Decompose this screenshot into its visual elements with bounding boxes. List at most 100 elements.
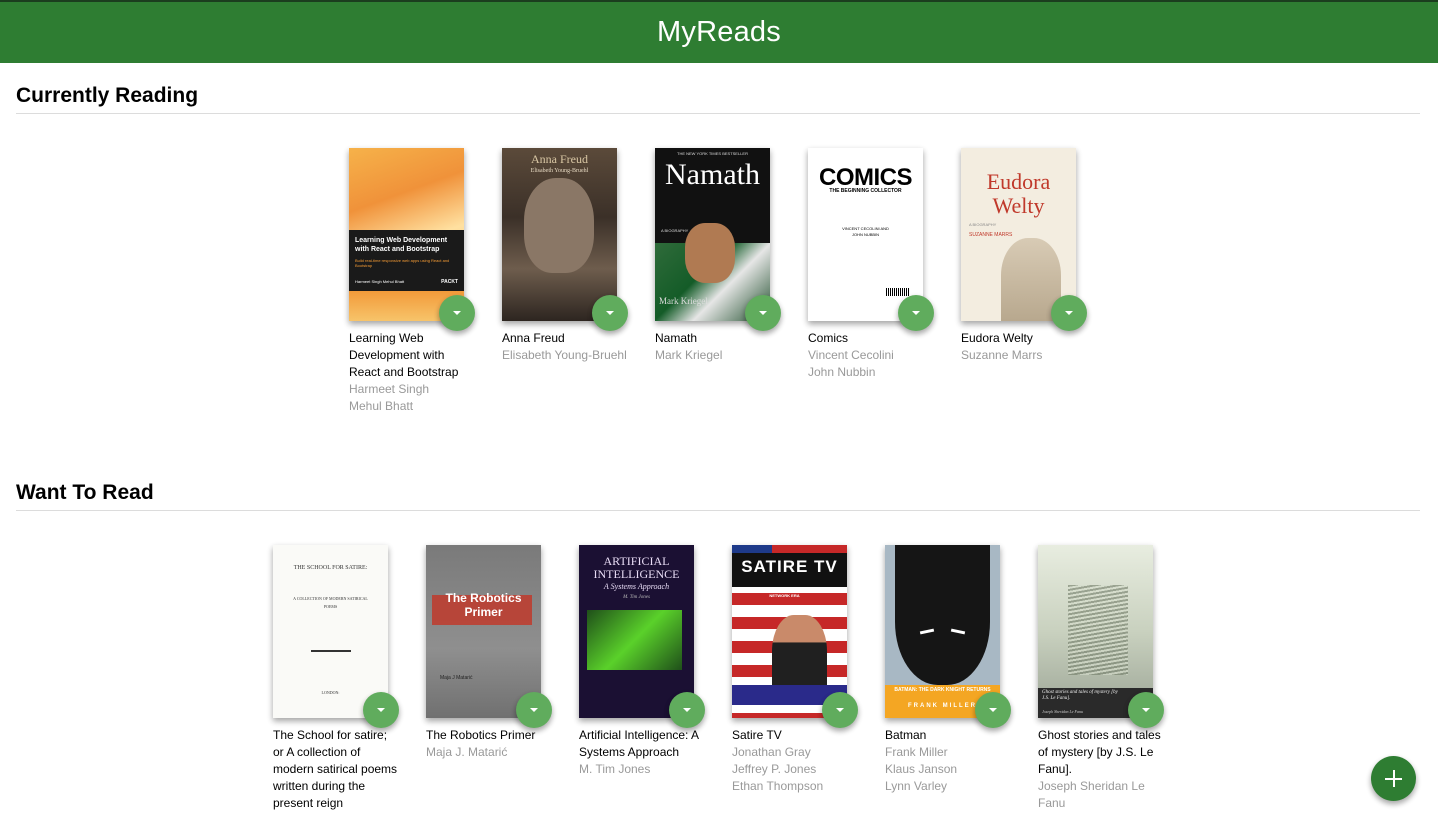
cover-title: Namath [665,158,760,191]
book-author: Elisabeth Young-Bruehl [502,348,627,362]
book-author: Jonathan Gray [732,745,811,759]
chevron-down-icon [912,311,920,315]
book-title: Learning Web Development with React and … [349,331,459,379]
book-title: Anna Freud [502,331,565,345]
book-item: The Robotics Primer Maja J Matarić The R… [426,545,554,761]
book-cover[interactable]: Ghost stories and tales of mystery [by J… [1038,545,1153,718]
book-title: Comics [808,331,849,345]
shelf-changer-button[interactable] [363,692,399,728]
book-author: Joseph Sheridan Le Fanu [1038,779,1145,810]
book-item: Anna Freud Elisabeth Young-Bruehl Anna F… [502,148,630,364]
book-item: ARTIFICIAL INTELLIGENCE A Systems Approa… [579,545,707,778]
shelf-changer-button[interactable] [1051,295,1087,331]
add-book-button[interactable] [1371,756,1416,801]
book-cover[interactable]: COMICS THE BEGINNING COLLECTOR VINCENT C… [808,148,923,321]
book-item: THE SCHOOL FOR SATIRE: A COLLECTION OF M… [273,545,401,812]
chevron-down-icon [683,708,691,712]
book-title: Artificial Intelligence: A Systems Appro… [579,728,699,759]
cover-subtitle: THE BEGINNING COLLECTOR [829,188,902,194]
book-item: THE NEW YORK TIMES BESTSELLER Namath A B… [655,148,783,364]
cover-title: Eudora Welty [986,169,1051,218]
cover-title: ARTIFICIAL INTELLIGENCE [593,554,680,581]
book-cover[interactable]: BATMAN: THE DARK KNIGHT RETURNS FRANK MI… [885,545,1000,718]
book-title: The School for satire; or A collection o… [273,728,398,810]
cover-author: M. Tim Jones [623,595,650,600]
shelf-changer-button[interactable] [439,295,475,331]
book-title: Namath [655,331,698,345]
shelf-changer-button[interactable] [975,692,1011,728]
cover-subtitle: A BIOGRAPHY [969,222,997,227]
cover-tagline: THE NEW YORK TIMES BESTSELLER [677,151,748,156]
book-author: Klaus Janson [885,762,958,776]
book-cover[interactable]: The Robotics Primer Maja J Matarić [426,545,541,718]
book-item: SATIRE TV POLITICS AND COMEDY IN THE POS… [732,545,860,795]
book-author: Harmeet Singh [349,382,430,396]
book-title: Satire TV [732,728,782,742]
book-cover[interactable]: THE SCHOOL FOR SATIRE: A COLLECTION OF M… [273,545,388,718]
book-cover[interactable]: Eudora Welty A BIOGRAPHY SUZANNE MARRS [961,148,1076,321]
cover-subtitle: A COLLECTION OF MODERN SATIRICAL POEMS [293,596,368,609]
cover-publisher: PACKT [441,279,458,285]
book-item: Learning Web Development with React and … [349,148,477,415]
shelf-divider [16,113,1420,114]
app-title: MyReads [657,16,781,48]
cover-subtitle: A Systems Approach [603,582,670,591]
chevron-down-icon [836,708,844,712]
book-cover[interactable]: Anna Freud Elisabeth Young-Bruehl [502,148,617,321]
book-title: Eudora Welty [961,331,1033,345]
book-author: Mark Kriegel [655,348,723,362]
book-item: Eudora Welty A BIOGRAPHY SUZANNE MARRS E… [961,148,1089,364]
book-cover[interactable]: ARTIFICIAL INTELLIGENCE A Systems Approa… [579,545,694,718]
book-item: BATMAN: THE DARK KNIGHT RETURNS FRANK MI… [885,545,1013,795]
shelf-changer-button[interactable] [1128,692,1164,728]
book-title: The Robotics Primer [426,728,536,742]
cover-subtitle: Build real-time responsive web apps usin… [355,258,450,268]
app-header: MyReads [0,0,1438,63]
shelf-changer-button[interactable] [745,295,781,331]
chevron-down-icon [1065,311,1073,315]
chevron-down-icon [530,708,538,712]
cover-subtitle: Elisabeth Young-Bruehl [530,168,589,174]
shelf-divider [16,510,1420,511]
book-author: John Nubbin [808,365,876,379]
chevron-down-icon [606,311,614,315]
chevron-down-icon [1142,708,1150,712]
shelf-changer-button[interactable] [516,692,552,728]
cover-title: SATIRE TV [741,557,838,576]
book-author: Frank Miller [885,745,948,759]
cover-authors: VINCENT CECOLINI AND JOHN NUBBIN [842,226,889,237]
book-item: Ghost stories and tales of mystery [by J… [1038,545,1166,812]
cover-title: Anna Freud [531,152,588,166]
chevron-down-icon [989,708,997,712]
chevron-down-icon [759,311,767,315]
book-author: Suzanne Marrs [961,348,1043,362]
cover-subtitle: A BIOGRAPHY [661,228,689,233]
cover-title: THE SCHOOL FOR SATIRE: [293,565,368,571]
shelf-changer-button[interactable] [669,692,705,728]
shelf-changer-button[interactable] [592,295,628,331]
chevron-down-icon [453,311,461,315]
cover-title: Learning Web Development with React and … [355,237,448,253]
book-item: COMICS THE BEGINNING COLLECTOR VINCENT C… [808,148,936,381]
cover-title: The Robotics Primer [445,591,522,619]
cover-author: Maja J Matarić [440,675,473,681]
book-cover[interactable]: Learning Web Development with React and … [349,148,464,321]
shelf-changer-button[interactable] [822,692,858,728]
book-title: Ghost stories and tales of mystery [by J… [1038,728,1161,776]
book-author: M. Tim Jones [579,762,651,776]
book-cover[interactable]: SATIRE TV POLITICS AND COMEDY IN THE POS… [732,545,847,718]
book-cover[interactable]: THE NEW YORK TIMES BESTSELLER Namath A B… [655,148,770,321]
book-title: Batman [885,728,927,742]
chevron-down-icon [377,708,385,712]
cover-author: SUZANNE MARRS [969,232,1013,238]
shelf-changer-button[interactable] [898,295,934,331]
shelf-title-want-to-read: Want To Read [16,481,154,504]
cover-subtitle: POLITICS AND COMEDY IN THE POST-NETWORK … [747,587,822,598]
cover-title: BATMAN: THE DARK KNIGHT RETURNS [894,687,991,693]
shelf-title-currently-reading: Currently Reading [16,84,199,107]
book-author: Maja J. Matarić [426,745,508,759]
book-author: Vincent Cecolini [808,348,894,362]
book-author: Lynn Varley [885,779,948,793]
plus-icon [1392,770,1395,787]
book-author: Jeffrey P. Jones [732,762,817,776]
